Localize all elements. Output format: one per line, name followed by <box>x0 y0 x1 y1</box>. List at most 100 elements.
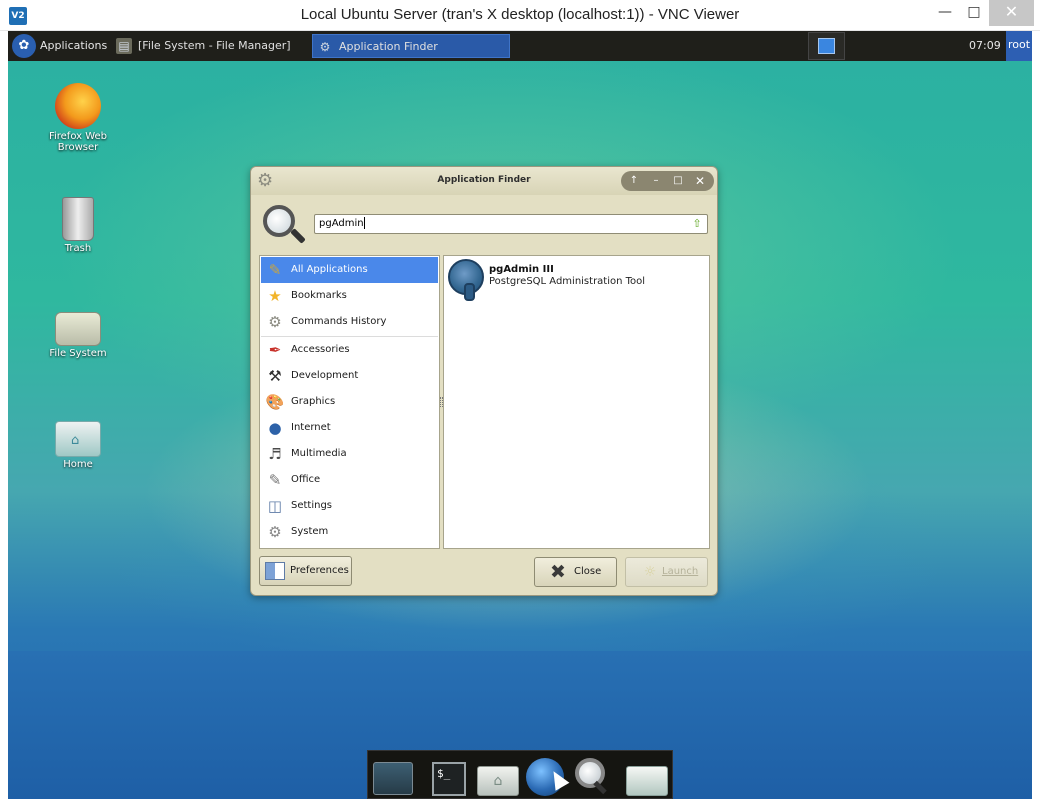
multimedia-icon: ♬ <box>268 445 282 463</box>
finder-titlebar[interactable]: ⚙ Application Finder ↑ – □ ✕ <box>251 167 717 195</box>
file-manager-icon: ⌂ <box>477 766 519 796</box>
star-icon: ★ <box>268 287 282 305</box>
category-accessories[interactable]: ✒ Accessories <box>261 337 438 363</box>
category-system[interactable]: ⚙ System <box>261 519 438 545</box>
launch-button-label: Launch <box>662 566 699 577</box>
category-label: Settings <box>291 500 333 511</box>
search-input[interactable]: pgAdmin ⇧ <box>314 214 708 234</box>
office-icon: ✎ <box>268 471 282 489</box>
file-manager-icon: ▤ <box>116 38 132 54</box>
window-controls: ↑ – □ ✕ <box>621 171 714 191</box>
remote-desktop[interactable]: ✿ Applications ▤ [File System - File Man… <box>8 31 1032 799</box>
search-input-value: pgAdmin <box>319 218 364 229</box>
desktop-icon-home[interactable]: ⌂ Home <box>38 421 118 470</box>
category-label: Bookmarks <box>291 290 347 301</box>
vnc-minimize-button[interactable]: — <box>930 0 960 26</box>
trash-icon <box>62 197 94 241</box>
preferences-button[interactable]: Preferences <box>259 556 352 586</box>
xfce-mouse-icon: ✿ <box>12 34 36 58</box>
category-development[interactable]: ⚒ Development <box>261 363 438 389</box>
desktop-icon-label-line2: Browser <box>57 142 99 153</box>
maximize-button[interactable]: □ <box>668 172 688 190</box>
app-result-item[interactable]: pgAdmin III PostgreSQL Administration To… <box>446 258 707 301</box>
applications-label: Applications <box>40 39 108 52</box>
category-label: System <box>291 526 329 537</box>
vnc-bottom-border <box>0 799 1040 807</box>
user-menu-button[interactable]: root <box>1006 31 1032 61</box>
dock-terminal[interactable]: $_ <box>426 755 470 797</box>
close-window-button[interactable]: ✕ <box>690 172 710 190</box>
minimize-button[interactable]: – <box>646 172 666 190</box>
globe-icon: ● <box>268 419 282 437</box>
category-label: Office <box>291 474 321 485</box>
close-icon: ✖ <box>550 561 566 583</box>
panel-clock[interactable]: 07:09 <box>969 39 1001 52</box>
cog-icon: ⚙ <box>268 523 282 541</box>
bottom-dock: $_ ⌂ <box>367 750 673 799</box>
accessories-icon: ✒ <box>268 341 282 359</box>
shade-button[interactable]: ↑ <box>624 172 644 190</box>
category-bookmarks[interactable]: ★ Bookmarks <box>261 283 438 309</box>
taskbar-item-label: [File System - File Manager] <box>138 39 291 52</box>
drive-icon <box>55 312 101 346</box>
category-label: Graphics <box>291 396 336 407</box>
vnc-close-button[interactable]: ✕ <box>989 0 1034 26</box>
preferences-icon <box>265 562 285 580</box>
trowel-icon: ⚒ <box>268 367 282 385</box>
category-all-applications[interactable]: ✎ All Applications <box>261 257 438 283</box>
dock-folder[interactable] <box>624 755 668 797</box>
close-button-label: Close <box>574 566 602 577</box>
application-results-list: pgAdmin III PostgreSQL Administration To… <box>443 255 710 549</box>
category-internet[interactable]: ● Internet <box>261 415 438 441</box>
workspace-1[interactable] <box>818 38 835 54</box>
app-result-description: PostgreSQL Administration Tool <box>489 276 646 287</box>
desktop-icon-file-system[interactable]: File System <box>38 312 118 359</box>
desktop-icon-label: Home <box>63 459 93 470</box>
workspace-switcher[interactable] <box>808 32 845 60</box>
desktop-icon-label: Trash <box>64 243 92 254</box>
desktop-icon-firefox[interactable]: Firefox Web Browser <box>38 83 118 153</box>
home-folder-icon: ⌂ <box>55 421 101 457</box>
desktop-icon-label: Firefox Web <box>48 131 108 142</box>
terminal-icon: $_ <box>432 762 466 796</box>
application-finder-window: ⚙ Application Finder ↑ – □ ✕ pgAdmin ⇧ ✎… <box>250 166 718 596</box>
all-applications-icon: ✎ <box>268 261 282 279</box>
desktop-icon-trash[interactable]: Trash <box>38 197 118 254</box>
show-desktop-icon <box>373 762 413 795</box>
vnc-maximize-button[interactable]: □ <box>960 0 988 26</box>
gears-icon: ⚙ <box>319 40 331 54</box>
dock-show-desktop[interactable] <box>370 755 414 797</box>
taskbar-item-file-manager[interactable]: ▤ [File System - File Manager] <box>112 34 308 58</box>
folder-icon <box>626 766 668 796</box>
category-label: All Applications <box>291 264 368 275</box>
category-settings[interactable]: ◫ Settings <box>261 493 438 519</box>
category-label: Accessories <box>291 344 350 355</box>
settings-icon: ◫ <box>267 497 283 515</box>
dock-app-finder[interactable] <box>571 755 615 797</box>
app-result-name: pgAdmin III <box>489 264 554 275</box>
firefox-icon <box>55 83 101 129</box>
category-label: Internet <box>291 422 331 433</box>
category-office[interactable]: ✎ Office <box>261 467 438 493</box>
vnc-window-title: Local Ubuntu Server (tran's X desktop (l… <box>300 6 740 23</box>
category-label: Commands History <box>291 316 387 327</box>
taskbar-item-label: Application Finder <box>339 40 438 53</box>
category-multimedia[interactable]: ♬ Multimedia <box>261 441 438 467</box>
launch-sparkle-icon: ☼ <box>643 564 657 580</box>
category-label: Development <box>291 370 359 381</box>
execute-arrow-icon[interactable]: ⇧ <box>691 218 703 230</box>
launch-button[interactable]: ☼ Launch <box>625 557 708 587</box>
desktop-icon-label: File System <box>49 348 107 359</box>
close-button[interactable]: ✖ Close <box>534 557 617 587</box>
taskbar-item-application-finder[interactable]: ⚙ Application Finder <box>312 34 510 58</box>
top-panel: ✿ Applications ▤ [File System - File Man… <box>8 31 1032 61</box>
text-caret <box>363 217 365 229</box>
magnifier-icon <box>263 205 306 247</box>
category-graphics[interactable]: 🎨 Graphics <box>261 389 438 415</box>
dock-file-manager[interactable]: ⌂ <box>475 755 519 797</box>
postgresql-elephant-icon <box>448 259 484 301</box>
category-commands-history[interactable]: ⚙ Commands History <box>261 309 438 335</box>
category-list: ✎ All Applications ★ Bookmarks ⚙ Command… <box>259 255 440 549</box>
applications-menu-button[interactable]: ✿ Applications <box>8 31 112 61</box>
palette-icon: 🎨 <box>265 393 285 411</box>
